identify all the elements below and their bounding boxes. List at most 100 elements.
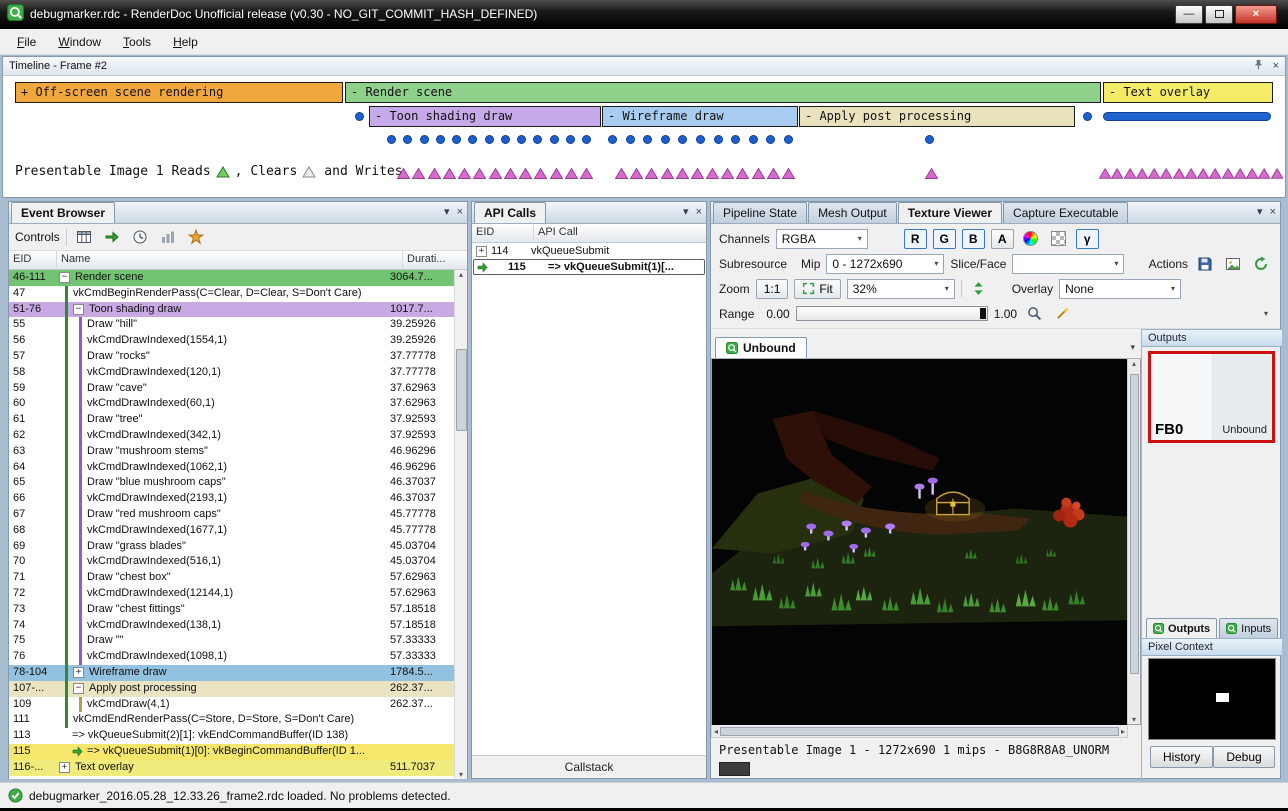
write-triangle-icon[interactable] bbox=[1099, 168, 1111, 179]
fit-button[interactable]: Fit bbox=[794, 279, 840, 299]
stats-chart-icon[interactable] bbox=[157, 227, 179, 248]
pin-icon[interactable] bbox=[1253, 59, 1264, 73]
event-row[interactable]: 73Draw "chest fittings"57.18518 bbox=[9, 602, 454, 618]
write-triangle-icon[interactable] bbox=[504, 168, 517, 179]
event-row[interactable]: 64vkCmdDrawIndexed(1062,1)46.96296 bbox=[9, 460, 454, 476]
event-row[interactable]: 61Draw "tree"37.92593 bbox=[9, 412, 454, 428]
write-triangle-icon[interactable] bbox=[534, 168, 547, 179]
texture-horizontal-scrollbar[interactable]: ◂▸ bbox=[711, 725, 1128, 738]
checkerboard-icon[interactable] bbox=[1048, 228, 1070, 249]
panel-close-icon[interactable]: × bbox=[1270, 206, 1276, 218]
event-row[interactable]: 57Draw "rocks"37.77778 bbox=[9, 349, 454, 365]
channels-select[interactable]: RGBA▾ bbox=[776, 229, 868, 249]
menu-help[interactable]: Help bbox=[162, 31, 209, 53]
tab-inputs[interactable]: Inputs bbox=[1219, 618, 1278, 638]
event-row[interactable]: 74vkCmdDrawIndexed(138,1)57.18518 bbox=[9, 618, 454, 634]
event-row[interactable]: 75Draw ""57.33333 bbox=[9, 633, 454, 649]
color-wheel-icon[interactable] bbox=[1020, 228, 1042, 249]
draw-dot[interactable] bbox=[566, 135, 575, 144]
api-row[interactable]: 115=> vkQueueSubmit(1)[... bbox=[473, 259, 705, 275]
tab-mesh-output[interactable]: Mesh Output bbox=[808, 202, 897, 223]
write-triangle-icon[interactable] bbox=[1222, 168, 1234, 179]
timeline-bar-postproc[interactable]: - Apply post processing bbox=[799, 106, 1075, 127]
write-triangle-icon[interactable] bbox=[721, 168, 734, 179]
draw-dot[interactable] bbox=[355, 112, 364, 121]
output-fb0-thumbnail[interactable]: FB0 Unbound bbox=[1148, 351, 1275, 443]
draw-dot[interactable] bbox=[517, 135, 526, 144]
timeline-bar-offscreen[interactable]: + Off-screen scene rendering bbox=[15, 82, 343, 103]
texture-tab-unbound[interactable]: Unbound bbox=[715, 337, 807, 358]
write-triangle-icon[interactable] bbox=[1271, 168, 1283, 179]
write-triangle-icon[interactable] bbox=[580, 168, 593, 179]
write-triangle-icon[interactable] bbox=[412, 168, 425, 179]
draw-dot[interactable] bbox=[608, 135, 617, 144]
timeline-content[interactable]: + Off-screen scene rendering - Render sc… bbox=[3, 76, 1285, 197]
event-tree[interactable]: 46-111−Render scene3064.7...47vkCmdBegin… bbox=[9, 270, 454, 776]
event-row[interactable]: 115=> vkQueueSubmit(1)[0]: vkBeginComman… bbox=[9, 744, 454, 760]
event-row[interactable]: 47vkCmdBeginRenderPass(C=Clear, D=Clear,… bbox=[9, 286, 454, 302]
draw-dot[interactable] bbox=[696, 135, 705, 144]
flip-y-icon[interactable] bbox=[968, 278, 990, 299]
timeline-bar-wireframe[interactable]: - Wireframe draw bbox=[602, 106, 798, 127]
write-triangle-icon[interactable] bbox=[1173, 168, 1185, 179]
expand-toggle[interactable]: − bbox=[73, 683, 84, 694]
event-row[interactable]: 113=> vkQueueSubmit(2)[1]: vkEndCommandB… bbox=[9, 728, 454, 744]
tab-list-dropdown-icon[interactable]: ▾ bbox=[1130, 342, 1135, 353]
write-triangle-icon[interactable] bbox=[676, 168, 689, 179]
write-triangle-icon[interactable] bbox=[630, 168, 643, 179]
channel-b-button[interactable]: B bbox=[962, 229, 985, 249]
event-row[interactable]: 76vkCmdDrawIndexed(1098,1)57.33333 bbox=[9, 649, 454, 665]
write-triangle-icon[interactable] bbox=[458, 168, 471, 179]
write-triangle-icon[interactable] bbox=[1160, 168, 1172, 179]
zoom-1-1-button[interactable]: 1:1 bbox=[756, 279, 789, 299]
write-triangle-icon[interactable] bbox=[489, 168, 502, 179]
tab-api-calls[interactable]: API Calls bbox=[474, 202, 546, 223]
event-row[interactable]: 78-104+Wireframe draw1784.5... bbox=[9, 665, 454, 681]
range-settings-icon[interactable]: ▾ bbox=[1264, 309, 1268, 318]
draw-dot[interactable] bbox=[731, 135, 740, 144]
event-row[interactable]: 59Draw "cave"37.62963 bbox=[9, 381, 454, 397]
menu-file[interactable]: File bbox=[6, 31, 47, 53]
channel-g-button[interactable]: G bbox=[933, 229, 956, 249]
draw-dot[interactable] bbox=[403, 135, 412, 144]
draw-dot[interactable] bbox=[468, 135, 477, 144]
write-triangle-icon[interactable] bbox=[473, 168, 486, 179]
export-image-icon[interactable] bbox=[1222, 253, 1244, 274]
mip-select[interactable]: 0 - 1272x690▾ bbox=[826, 254, 944, 274]
close-button[interactable]: × bbox=[1235, 5, 1277, 24]
write-triangle-icon[interactable] bbox=[782, 168, 795, 179]
event-row[interactable]: 109vkCmdDraw(4,1)262.37... bbox=[9, 697, 454, 713]
draw-dot[interactable] bbox=[643, 135, 652, 144]
texture-vertical-scrollbar[interactable]: ▴▾ bbox=[1127, 359, 1140, 724]
expand-toggle[interactable]: + bbox=[73, 667, 84, 678]
event-row[interactable]: 56vkCmdDrawIndexed(1554,1)39.25926 bbox=[9, 333, 454, 349]
event-row[interactable]: 63Draw "mushroom stems"46.96296 bbox=[9, 444, 454, 460]
gamma-button[interactable]: γ bbox=[1076, 229, 1099, 249]
timeline-select-icon[interactable] bbox=[73, 227, 95, 248]
tab-texture-viewer[interactable]: Texture Viewer bbox=[898, 202, 1002, 223]
write-triangle-icon[interactable] bbox=[767, 168, 780, 179]
event-row[interactable]: 46-111−Render scene3064.7... bbox=[9, 270, 454, 286]
title-bar[interactable]: debugmarker.rdc - RenderDoc Unofficial r… bbox=[0, 0, 1288, 29]
draw-dot[interactable] bbox=[678, 135, 687, 144]
event-row[interactable]: 70vkCmdDrawIndexed(516,1)45.03704 bbox=[9, 554, 454, 570]
draw-dot[interactable] bbox=[501, 135, 510, 144]
write-triangle-icon[interactable] bbox=[1197, 168, 1209, 179]
save-icon[interactable] bbox=[1194, 253, 1216, 274]
write-triangle-icon[interactable] bbox=[443, 168, 456, 179]
api-row[interactable]: +114vkQueueSubmit bbox=[472, 243, 706, 259]
debug-button[interactable]: Debug bbox=[1213, 746, 1274, 768]
event-row[interactable]: 51-76−Toon shading draw1017.7... bbox=[9, 302, 454, 318]
range-slider[interactable] bbox=[796, 306, 988, 321]
timeline-header[interactable]: Timeline - Frame #2 × bbox=[3, 57, 1285, 76]
event-row[interactable]: 68vkCmdDrawIndexed(1677,1)45.77778 bbox=[9, 523, 454, 539]
write-triangle-icon[interactable] bbox=[615, 168, 628, 179]
draw-dot[interactable] bbox=[387, 135, 396, 144]
timeline-bar-render-scene[interactable]: - Render scene bbox=[345, 82, 1101, 103]
timeline-bar-text-overlay[interactable]: - Text overlay bbox=[1103, 82, 1273, 103]
event-browser-columns[interactable]: EID Name Durati... bbox=[9, 251, 467, 270]
panel-menu-icon[interactable]: ▾ bbox=[683, 205, 689, 218]
draw-dot[interactable] bbox=[436, 135, 445, 144]
draw-dot[interactable] bbox=[766, 135, 775, 144]
jump-to-eid-icon[interactable] bbox=[101, 227, 123, 248]
